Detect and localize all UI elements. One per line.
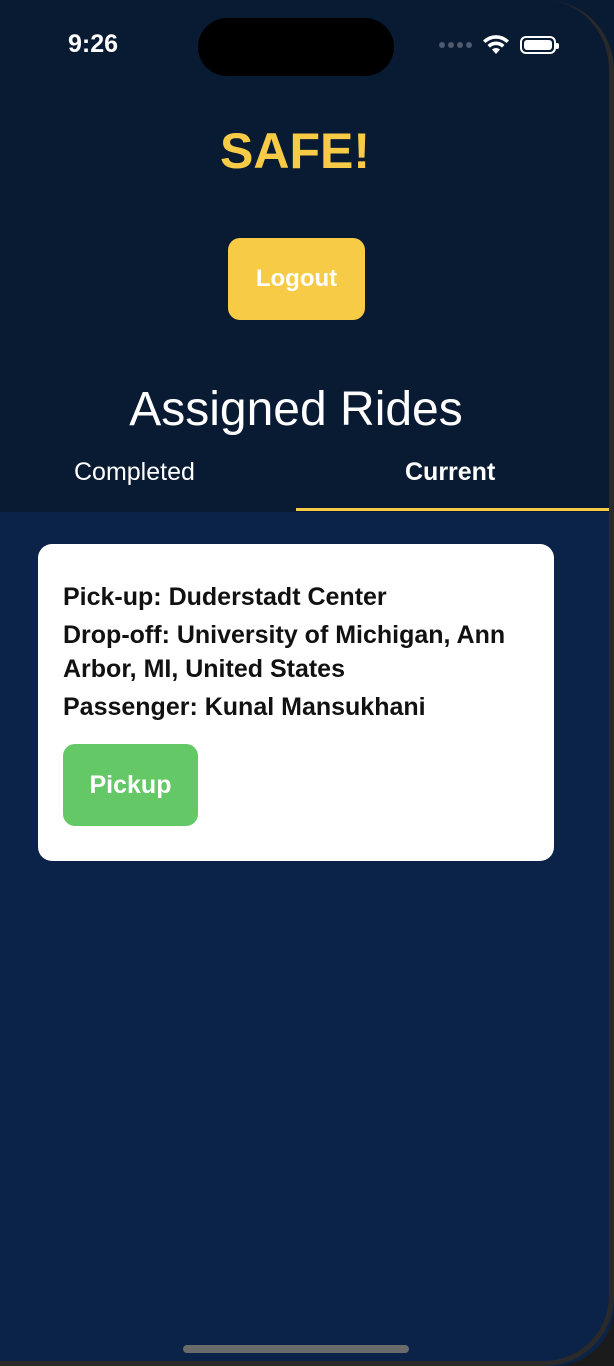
ride-card: Pick-up: Duderstadt Center Drop-off: Uni… <box>38 544 554 861</box>
ride-passenger: Passenger: Kunal Mansukhani <box>63 693 426 721</box>
tab-completed[interactable]: Completed <box>74 458 195 487</box>
pickup-button[interactable]: Pickup <box>63 744 198 826</box>
signal-dots-icon <box>439 42 472 48</box>
battery-icon <box>520 36 559 54</box>
section-title: Assigned Rides <box>129 383 463 436</box>
app-title: SAFE! <box>220 123 370 179</box>
ride-dropoff-location: Drop-off: University of Michigan, Ann Ar… <box>63 621 506 683</box>
header-area: 9:26 SAFE! Logout Assigned Rides Complet… <box>0 0 614 512</box>
status-time: 9:26 <box>68 30 119 58</box>
tab-current[interactable]: Current <box>405 458 495 487</box>
phone-screen: 9:26 SAFE! Logout Assigned Rides Complet… <box>0 0 614 1366</box>
status-icons <box>439 34 559 56</box>
home-indicator[interactable] <box>183 1345 409 1353</box>
wifi-icon <box>483 35 509 54</box>
dynamic-island <box>198 18 394 76</box>
logout-button[interactable]: Logout <box>228 238 365 320</box>
active-tab-indicator <box>296 508 610 511</box>
ride-pickup-location: Pick-up: Duderstadt Center <box>63 583 387 611</box>
